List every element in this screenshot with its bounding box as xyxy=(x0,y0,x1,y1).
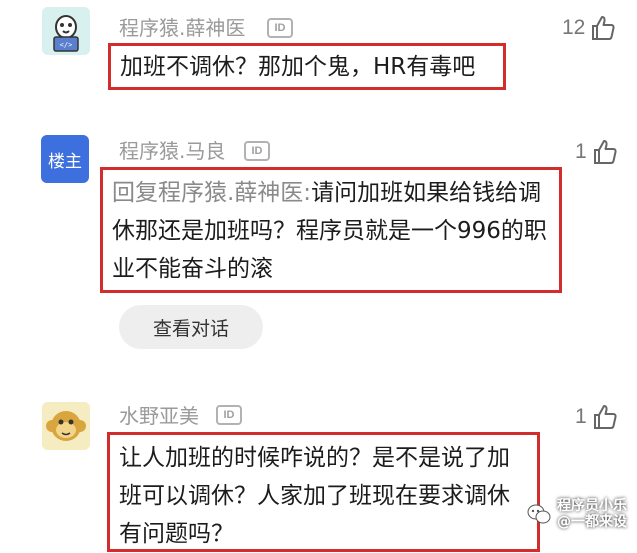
comment-text: 回复程序猿.薛神医:请问加班如果给钱给调休那还是加班吗？程序员就是一个996的职… xyxy=(100,167,562,293)
comment-body: 加班不调休？那加个鬼，HR有毒吧 xyxy=(120,54,476,80)
avatar[interactable]: 楼主 xyxy=(41,135,89,183)
thumbs-up-icon xyxy=(593,140,617,164)
like-count: 12 xyxy=(562,16,586,39)
comment-body: 让人加班的时候咋说的？是不是说了加班可以调休？人家加了班现在要求调休有问题吗？ xyxy=(119,445,510,547)
id-badge-icon: ID xyxy=(267,18,293,38)
comment-text: 让人加班的时候咋说的？是不是说了加班可以调休？人家加了班现在要求调休有问题吗？ xyxy=(107,432,540,552)
penguin-coder-icon: </> xyxy=(42,7,90,55)
monkey-face-icon xyxy=(42,402,90,450)
like-button[interactable]: 1 xyxy=(575,403,618,431)
like-count: 1 xyxy=(575,140,587,163)
like-button[interactable]: 12 xyxy=(562,14,616,42)
username[interactable]: 程序猿.薛神医 xyxy=(119,16,245,40)
watermark-title: 程序员小乐 xyxy=(557,498,627,514)
id-badge-icon: ID xyxy=(216,405,242,425)
username[interactable]: 程序猿.马良 xyxy=(119,139,225,163)
op-badge: 楼主 xyxy=(48,151,82,172)
comment-text: 加班不调休？那加个鬼，HR有毒吧 xyxy=(108,43,506,90)
id-badge-icon: ID xyxy=(244,141,270,161)
avatar[interactable] xyxy=(42,402,90,450)
watermark: 程序员小乐 @一都来设 xyxy=(527,498,627,530)
avatar[interactable]: </> xyxy=(42,7,90,55)
thumbs-up-icon xyxy=(593,405,617,429)
svg-text:</>: </> xyxy=(60,41,73,49)
like-button[interactable]: 1 xyxy=(575,138,618,166)
thumbs-up-icon xyxy=(592,16,615,40)
reply-to-label[interactable]: 回复程序猿.薛神医: xyxy=(112,180,311,206)
username[interactable]: 水野亚美 xyxy=(119,404,199,428)
watermark-subtitle: @一都来设 xyxy=(557,514,627,530)
wechat-icon xyxy=(527,504,551,524)
view-conversation-button[interactable]: 查看对话 xyxy=(119,305,263,349)
like-count: 1 xyxy=(575,405,587,428)
